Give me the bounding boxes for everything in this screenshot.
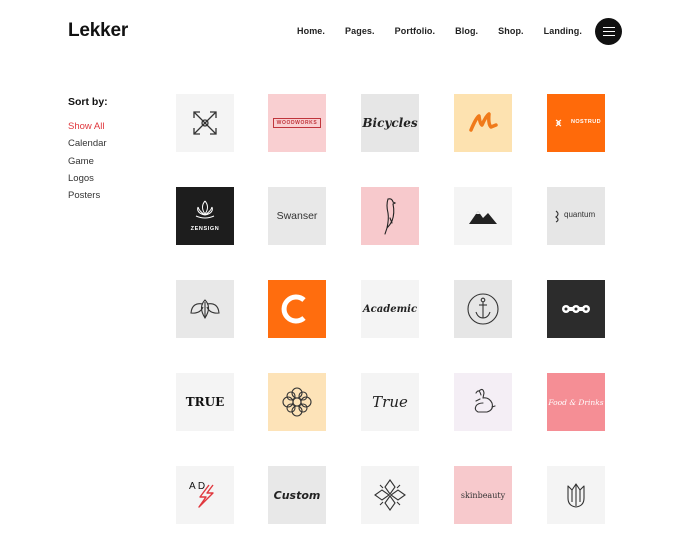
snowflake-ornament-icon xyxy=(374,479,406,511)
rabbit-icon xyxy=(474,388,496,413)
portfolio-tile-crossed-arrows[interactable] xyxy=(176,94,234,152)
academic-logo: Academic xyxy=(362,303,418,315)
custom-logo: Custom xyxy=(273,488,321,502)
bicycles-logo: Bicycles xyxy=(362,116,418,130)
portfolio-tile-bird[interactable] xyxy=(361,187,419,245)
portfolio-tile-food-drinks[interactable]: Food & Drinks xyxy=(547,373,605,431)
portfolio-tile-bicycles[interactable]: Bicycles xyxy=(361,94,419,152)
nostrud-logo-text: NOSTRUD xyxy=(571,119,601,125)
bird-icon xyxy=(384,198,397,235)
portfolio-tile-true-bold[interactable]: TRUE xyxy=(176,373,234,431)
skinbeauty-logo: skinbeauty xyxy=(460,490,506,500)
portfolio-tile-rabbit[interactable] xyxy=(454,373,512,431)
letter-c-icon xyxy=(281,294,306,324)
portfolio-tile-custom[interactable]: Custom xyxy=(268,466,326,524)
anchor-icon xyxy=(467,293,499,325)
a-d-logo: A D xyxy=(189,481,206,492)
portfolio-tile-swanser[interactable]: Swanser xyxy=(268,187,326,245)
lotus-icon xyxy=(195,200,215,219)
chain-links-icon xyxy=(562,305,590,313)
portfolio-tile-mountains[interactable] xyxy=(454,187,512,245)
portfolio-tile-ornament[interactable] xyxy=(268,373,326,431)
portfolio-tile-chain[interactable] xyxy=(547,280,605,338)
true-bold-logo: TRUE xyxy=(185,395,225,409)
ornament-flower-icon xyxy=(282,387,312,417)
tulip-icon xyxy=(567,483,585,508)
portfolio-tile-snowflake[interactable] xyxy=(361,466,419,524)
portfolio-tile-academic[interactable]: Academic xyxy=(361,280,419,338)
portfolio-tile-zensign[interactable]: ZENSIGN xyxy=(176,187,234,245)
zensign-logo-text: ZENSIGN xyxy=(190,226,220,232)
leaves-icon xyxy=(190,299,220,320)
mountains-icon xyxy=(469,211,497,224)
portfolio-tile-brush-stroke[interactable] xyxy=(454,94,512,152)
portfolio-tile-a-d[interactable]: A D xyxy=(176,466,234,524)
quantum-logo-text: quantum xyxy=(564,210,596,219)
brush-stroke-icon xyxy=(469,112,498,132)
portfolio-tile-skinbeauty[interactable]: skinbeauty xyxy=(454,466,512,524)
portfolio-tile-nostrud[interactable]: NOSTRUD xyxy=(547,94,605,152)
portfolio-tile-woodworks[interactable]: WOODWORKS xyxy=(268,94,326,152)
portfolio-tile-quantum[interactable]: quantum xyxy=(547,187,605,245)
portfolio-tile-letter-c[interactable] xyxy=(268,280,326,338)
woodworks-logo: WOODWORKS xyxy=(272,118,322,128)
swanser-logo: Swanser xyxy=(276,210,318,222)
crossed-arrows-icon xyxy=(193,111,217,135)
portfolio-tile-tulip[interactable] xyxy=(547,466,605,524)
portfolio-tile-true-script[interactable]: True xyxy=(361,373,419,431)
lightning-icon xyxy=(198,484,214,508)
food-drinks-logo: Food & Drinks xyxy=(548,397,604,407)
portfolio-tile-anchor[interactable] xyxy=(454,280,512,338)
portfolio-tile-leaves[interactable] xyxy=(176,280,234,338)
portfolio-grid: WOODWORKS Bicycles NOSTRUD ZENSIGN Swans… xyxy=(0,0,690,552)
true-script-logo: True xyxy=(372,393,408,411)
